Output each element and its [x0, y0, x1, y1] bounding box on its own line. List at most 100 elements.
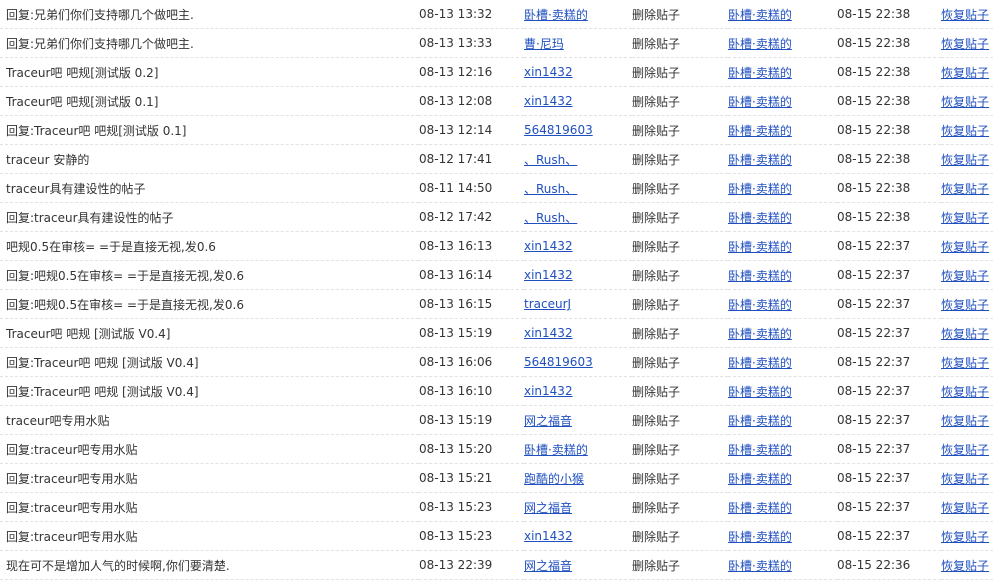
restore-post-cell: 恢复贴子 [941, 86, 993, 116]
restore-post-link[interactable]: 恢复贴子 [941, 66, 989, 80]
restore-post-link[interactable]: 恢复贴子 [941, 211, 989, 225]
operation-time: 08-15 22:37 [837, 326, 911, 340]
author-link[interactable]: 跑酷的小猴 [524, 472, 584, 486]
operator-link[interactable]: 卧槽·卖糕的 [728, 8, 792, 22]
restore-post-link[interactable]: 恢复贴子 [941, 327, 989, 341]
restore-post-link[interactable]: 恢复贴子 [941, 356, 989, 370]
operator-link[interactable]: 卧槽·卖糕的 [728, 530, 792, 544]
author-link[interactable]: xin1432 [524, 326, 573, 340]
action-label-cell: 删除贴子 [632, 376, 728, 406]
restore-post-cell: 恢复贴子 [941, 318, 993, 348]
operation-time: 08-15 22:36 [837, 558, 911, 572]
post-title-cell: Traceur吧 吧规[测试版 0.2] [0, 57, 419, 87]
restore-post-link[interactable]: 恢复贴子 [941, 95, 989, 109]
post-time: 08-13 15:19 [419, 326, 493, 340]
restore-post-link[interactable]: 恢复贴子 [941, 298, 989, 312]
action-label-cell: 删除贴子 [632, 318, 728, 348]
author-link[interactable]: xin1432 [524, 94, 573, 108]
operator-link[interactable]: 卧槽·卖糕的 [728, 269, 792, 283]
operator-link[interactable]: 卧槽·卖糕的 [728, 211, 792, 225]
action-label: 删除贴子 [632, 7, 681, 22]
author-link[interactable]: xin1432 [524, 239, 573, 253]
operation-time-cell: 08-15 22:37 [837, 492, 941, 522]
operation-time-cell: 08-15 22:38 [837, 144, 941, 174]
post-time: 08-13 16:10 [419, 384, 493, 398]
operation-time: 08-15 22:37 [837, 471, 911, 485]
author-link[interactable]: 卧槽·卖糕的 [524, 8, 588, 22]
restore-post-link[interactable]: 恢复贴子 [941, 530, 989, 544]
post-title: Traceur吧 吧规 [测试版 V0.4] [6, 326, 171, 341]
post-time-cell: 08-13 12:14 [419, 115, 524, 145]
operator-link[interactable]: 卧槽·卖糕的 [728, 37, 792, 51]
restore-post-link[interactable]: 恢复贴子 [941, 8, 989, 22]
action-label: 删除贴子 [632, 94, 681, 109]
restore-post-link[interactable]: 恢复贴子 [941, 240, 989, 254]
author-link[interactable]: xin1432 [524, 65, 573, 79]
post-title-cell: Traceur吧 吧规[测试版 0.1] [0, 86, 419, 116]
post-title-cell: 回复:traceur具有建设性的帖子 [0, 202, 419, 232]
post-title: 回复:traceur吧专用水贴 [6, 529, 138, 544]
post-time: 08-13 15:23 [419, 529, 493, 543]
restore-post-link[interactable]: 恢复贴子 [941, 443, 989, 457]
operator-link[interactable]: 卧槽·卖糕的 [728, 298, 792, 312]
post-time: 08-13 22:39 [419, 558, 493, 572]
restore-post-link[interactable]: 恢复贴子 [941, 124, 989, 138]
operator-link[interactable]: 卧槽·卖糕的 [728, 414, 792, 428]
operator-link[interactable]: 卧槽·卖糕的 [728, 559, 792, 573]
author-cell: 、Rush、 [524, 144, 632, 174]
author-link[interactable]: traceurJ [524, 297, 571, 311]
restore-post-link[interactable]: 恢复贴子 [941, 182, 989, 196]
author-link[interactable]: 卧槽·卖糕的 [524, 443, 588, 457]
operator-link[interactable]: 卧槽·卖糕的 [728, 66, 792, 80]
operator-link[interactable]: 卧槽·卖糕的 [728, 153, 792, 167]
author-link[interactable]: 564819603 [524, 123, 593, 137]
restore-post-link[interactable]: 恢复贴子 [941, 153, 989, 167]
author-link[interactable]: 网之福音 [524, 501, 572, 515]
post-time: 08-13 16:06 [419, 355, 493, 369]
operation-time: 08-15 22:37 [837, 239, 911, 253]
author-link[interactable]: xin1432 [524, 268, 573, 282]
operator-link[interactable]: 卧槽·卖糕的 [728, 501, 792, 515]
operator-cell: 卧槽·卖糕的 [728, 115, 837, 145]
restore-post-link[interactable]: 恢复贴子 [941, 472, 989, 486]
operator-cell: 卧槽·卖糕的 [728, 57, 837, 87]
operator-cell: 卧槽·卖糕的 [728, 318, 837, 348]
restore-post-link[interactable]: 恢复贴子 [941, 385, 989, 399]
operator-link[interactable]: 卧槽·卖糕的 [728, 443, 792, 457]
author-cell: xin1432 [524, 231, 632, 261]
operation-time-cell: 08-15 22:38 [837, 28, 941, 58]
restore-post-link[interactable]: 恢复贴子 [941, 414, 989, 428]
restore-post-cell: 恢复贴子 [941, 260, 993, 290]
author-link[interactable]: 曹·尼玛 [524, 37, 564, 51]
table-row: 回复:Traceur吧 吧规[测试版 0.1] 08-13 12:14 564819… [0, 115, 993, 145]
author-link[interactable]: 网之福音 [524, 559, 572, 573]
author-link[interactable]: xin1432 [524, 384, 573, 398]
author-link[interactable]: 、Rush、 [524, 182, 577, 196]
operator-link[interactable]: 卧槽·卖糕的 [728, 182, 792, 196]
post-title-cell: 吧规0.5在审核= =于是直接无视,发0.6 [0, 231, 419, 261]
action-label-cell: 删除贴子 [632, 57, 728, 87]
restore-post-link[interactable]: 恢复贴子 [941, 37, 989, 51]
operator-link[interactable]: 卧槽·卖糕的 [728, 356, 792, 370]
operator-link[interactable]: 卧槽·卖糕的 [728, 95, 792, 109]
table-row: 回复:Traceur吧 吧规 [测试版 V0.4] 08-13 16:10 xin1… [0, 376, 993, 406]
post-title: 回复:Traceur吧 吧规 [测试版 V0.4] [6, 355, 199, 370]
author-link[interactable]: 网之福音 [524, 414, 572, 428]
post-time: 08-13 16:14 [419, 268, 493, 282]
restore-post-link[interactable]: 恢复贴子 [941, 559, 989, 573]
author-link[interactable]: 、Rush、 [524, 153, 577, 167]
restore-post-link[interactable]: 恢复贴子 [941, 501, 989, 515]
author-link[interactable]: 、Rush、 [524, 211, 577, 225]
post-title-cell: traceur吧专用水贴 [0, 405, 419, 435]
operator-link[interactable]: 卧槽·卖糕的 [728, 472, 792, 486]
author-link[interactable]: xin1432 [524, 529, 573, 543]
operation-time: 08-15 22:37 [837, 297, 911, 311]
operator-link[interactable]: 卧槽·卖糕的 [728, 327, 792, 341]
operator-link[interactable]: 卧槽·卖糕的 [728, 124, 792, 138]
post-title: 回复:兄弟们你们支持哪几个做吧主. [6, 7, 194, 22]
operation-time-cell: 08-15 22:37 [837, 231, 941, 261]
operator-link[interactable]: 卧槽·卖糕的 [728, 385, 792, 399]
restore-post-link[interactable]: 恢复贴子 [941, 269, 989, 283]
operator-link[interactable]: 卧槽·卖糕的 [728, 240, 792, 254]
author-link[interactable]: 564819603 [524, 355, 593, 369]
